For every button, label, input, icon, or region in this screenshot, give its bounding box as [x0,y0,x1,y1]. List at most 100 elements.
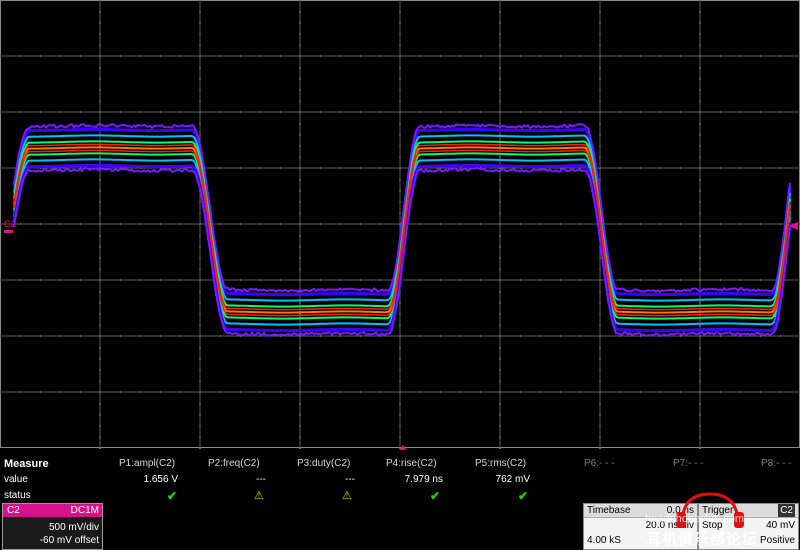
param-p5-name[interactable]: P5:rms(C2) [475,456,526,472]
param-p6-name[interactable]: P6:- - - [584,456,615,472]
graticule-tick [720,167,721,169]
graticule-tick [99,291,101,292]
param-p2-value: --- [196,472,266,488]
graticule-tick [699,381,701,382]
graticule-tick [499,34,501,35]
channel-name: C2 [7,504,20,517]
graticule-tick [0,223,1,225]
param-p3-name[interactable]: P3:duty(C2) [297,456,350,472]
graticule-tick [599,336,601,337]
oscilloscope-grid: C2 [0,0,800,450]
graticule-tick [299,347,301,348]
graticule-tick [760,223,761,225]
graticule-tick [499,280,501,281]
graticule-tick [399,213,401,214]
graticule-tick [499,56,501,57]
measure-title[interactable]: Measure [4,456,49,472]
graticule-tick [299,448,301,449]
graticule-tick [40,279,41,281]
graticule-tick [399,56,401,57]
graticule-tick [20,391,21,393]
param-p2-name[interactable]: P2:freq(C2) [208,456,260,472]
graticule-tick [760,55,761,57]
graticule-tick [440,391,441,393]
graticule-tick [599,101,601,102]
graticule-tick [499,112,501,113]
graticule-tick [360,111,361,113]
graticule-tick [699,45,701,46]
graticule-tick [280,55,281,57]
graticule-tick [540,111,541,113]
graticule-tick [440,335,441,337]
graticule-tick [199,134,201,135]
graticule-tick [99,336,101,337]
graticule-tick [399,437,401,438]
graticule-tick [680,167,681,169]
graticule-tick [299,101,301,102]
graticule-tick [599,280,601,281]
graticule-tick [499,22,501,23]
graticule-tick [699,246,701,247]
status-row-label: status [4,488,31,504]
graticule-tick [660,167,661,169]
graticule-tick [299,224,301,225]
graticule-tick [699,280,701,281]
graticule-tick [199,403,201,404]
graticule-tick [299,0,301,1]
graticule-tick [540,279,541,281]
graticule-tick [560,55,561,57]
graticule-tick [620,223,621,225]
graticule-tick [620,111,621,113]
graticule-tick [720,391,721,393]
channel-descriptor-box[interactable]: C2 DC1M 500 mV/div -60 mV offset [2,503,103,550]
graticule-tick [640,391,641,393]
graticule-tick [520,279,521,281]
graticule-tick [299,213,301,214]
graticule-tick [180,223,181,225]
graticule-tick [699,414,701,415]
graticule-tick [580,279,581,281]
graticule-tick [299,11,301,12]
graticule-tick [420,279,421,281]
graticule-tick [599,291,601,292]
graticule-tick [199,224,201,225]
graticule-tick [499,448,501,449]
graticule-tick [680,111,681,113]
graticule-tick [220,391,221,393]
param-p1-name[interactable]: P1:ampl(C2) [119,456,175,472]
graticule-tick [160,391,161,393]
graticule-tick [80,55,81,57]
graticule-tick [199,325,201,326]
graticule-tick [199,67,201,68]
graticule-tick [20,223,21,225]
graticule-tick [520,111,521,113]
graticule-tick [680,391,681,393]
graticule-tick [499,269,501,270]
graticule-tick [440,111,441,113]
graticule-tick [699,437,701,438]
graticule-tick [640,55,641,57]
graticule-tick [480,279,481,281]
graticule-tick [499,67,501,68]
graticule-tick [399,112,401,113]
param-p5-status-ok-icon: ✔ [518,488,528,504]
graticule-tick [360,167,361,169]
trigger-slope: Positive [760,534,795,547]
graticule-tick [520,391,521,393]
graticule-tick [699,56,701,57]
graticule-tick [299,314,301,315]
graticule-tick [599,392,601,393]
graticule-tick [399,414,401,415]
param-p8-name[interactable]: P8:- - - [761,456,792,472]
graticule-tick [99,202,101,203]
graticule-tick [499,302,501,303]
param-p4-name[interactable]: P4:rise(C2) [386,456,437,472]
graticule-tick [699,179,701,180]
timebase-samples: 4.00 kS [587,534,621,547]
graticule-tick [299,392,301,393]
param-p7-name[interactable]: P7:- - - [673,456,704,472]
graticule-tick [120,55,121,57]
graticule-tick [740,111,741,113]
graticule-tick [360,391,361,393]
graticule-tick [599,302,601,303]
